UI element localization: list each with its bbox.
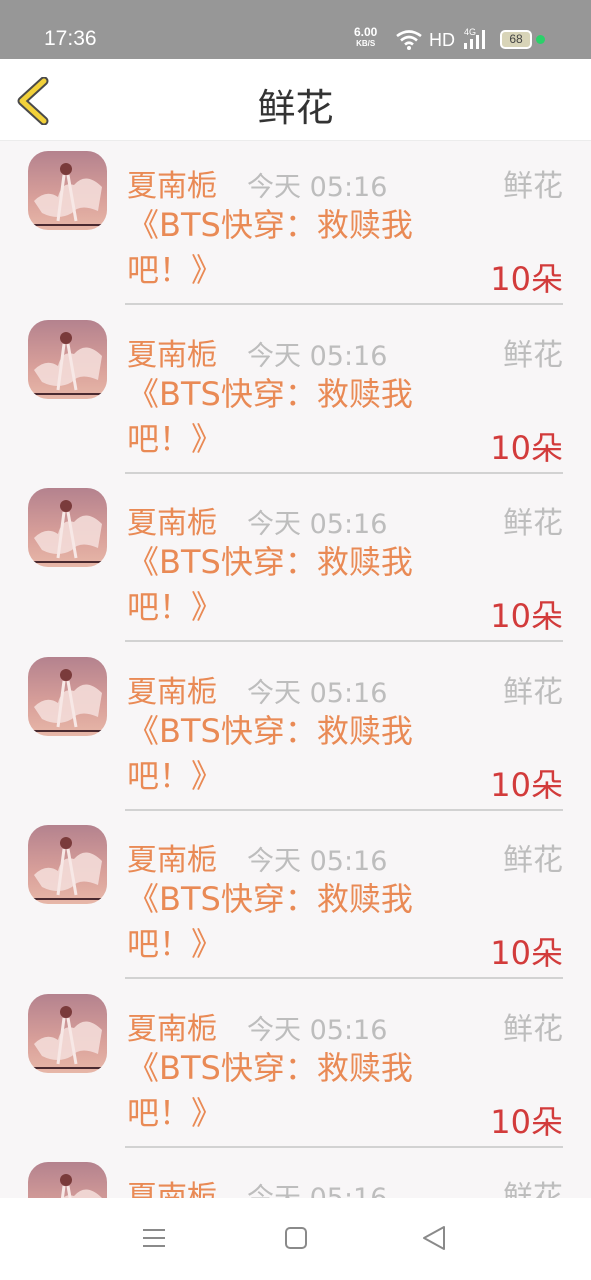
list-item-body: 夏南栀 今天 05:16 鲜花 《BTS快穿：救赎我吧！》 10朵 <box>125 647 563 811</box>
signal-icon <box>464 30 485 49</box>
timestamp: 今天 05:16 <box>247 509 388 540</box>
list-item-body: 夏南栀 今天 05:16 鲜花 《BTS快穿：救赎我吧！》 10朵 <box>125 141 563 305</box>
list-item[interactable]: 夏南栀 今天 05:16 鲜花 《BTS快穿：救赎我吧！》 10朵 <box>0 310 591 479</box>
book-title[interactable]: 《BTS快穿：救赎我吧！》 <box>127 877 457 967</box>
avatar <box>28 151 107 230</box>
battery-level: 68 <box>509 32 523 46</box>
menu-icon[interactable] <box>141 1224 167 1252</box>
gift-type: 鲜花 <box>503 337 563 373</box>
home-icon[interactable] <box>284 1224 308 1252</box>
gift-type: 鲜花 <box>503 1011 563 1047</box>
gift-type: 鲜花 <box>503 169 563 204</box>
navigation-bar <box>0 1198 591 1280</box>
avatar-image <box>28 319 107 399</box>
list-item-body: 夏南栀 今天 05:16 鲜花 《BTS快穿：救赎我吧！》 10朵 <box>125 984 563 1148</box>
gift-type: 鲜花 <box>503 843 563 878</box>
sender-name: 夏南栀 <box>127 169 217 204</box>
gift-quantity: 10朵 <box>490 428 563 467</box>
book-title[interactable]: 《BTS快穿：救赎我吧！》 <box>127 1046 457 1136</box>
avatar-image <box>28 993 107 1073</box>
sender-name: 夏南栀 <box>127 1011 217 1047</box>
book-title[interactable]: 《BTS快穿：救赎我吧！》 <box>127 372 457 462</box>
gift-quantity: 10朵 <box>490 934 563 972</box>
avatar-image <box>28 488 107 567</box>
gift-quantity: 10朵 <box>490 1102 563 1141</box>
hd-label: HD <box>429 30 455 50</box>
list-item[interactable]: 夏南栀 今天 05:16 鲜花 《BTS快穿：救赎我吧！》 10朵 <box>0 815 591 984</box>
back-icon[interactable] <box>421 1224 447 1252</box>
network-speed-unit: KB/S <box>356 39 376 48</box>
timestamp: 今天 05:16 <box>247 846 388 877</box>
sender-name: 夏南栀 <box>127 506 217 541</box>
avatar <box>28 993 107 1073</box>
network-speed-value: 6.00 <box>354 25 378 39</box>
gift-quantity: 10朵 <box>490 260 563 298</box>
book-title[interactable]: 《BTS快穿：救赎我吧！》 <box>127 540 457 630</box>
list-item-body: 夏南栀 今天 05:16 鲜花 《BTS快穿：救赎我吧！》 10朵 <box>125 478 563 642</box>
gift-type: 鲜花 <box>503 506 563 541</box>
list-item[interactable]: 夏南栀 今天 05:16 鲜花 《BTS快穿：救赎我吧！》 10朵 <box>0 647 591 816</box>
avatar <box>28 825 107 904</box>
book-title[interactable]: 《BTS快穿：救赎我吧！》 <box>127 203 457 293</box>
avatar-image <box>28 825 107 904</box>
charging-indicator-icon <box>536 35 545 44</box>
sender-name: 夏南栀 <box>127 843 217 878</box>
status-bar: 17:36 6.00 KB/S HD 4G 68 <box>0 0 591 59</box>
timestamp: 今天 05:16 <box>247 677 388 709</box>
gift-type: 鲜花 <box>503 674 563 710</box>
avatar <box>28 319 107 399</box>
network-speed: 6.00 KB/S <box>354 25 378 49</box>
sender-name: 夏南栀 <box>127 674 217 710</box>
avatar-image <box>28 656 107 736</box>
timestamp: 今天 05:16 <box>247 1176 387 1198</box>
gift-list[interactable]: 夏南栀 今天 05:16 鲜花 《BTS快穿：救赎我吧！》 10朵 夏南栀 今天… <box>0 141 591 1198</box>
timestamp: 今天 05:16 <box>247 1014 388 1046</box>
avatar-image <box>28 1162 107 1198</box>
gift-quantity: 10朵 <box>490 765 563 804</box>
list-item-body: 夏南栀 今天 05:16 鲜花 《BTS快穿：救赎我吧！》 10朵 <box>125 815 563 979</box>
avatar-image <box>28 151 107 230</box>
battery-icon: 68 <box>500 30 532 49</box>
gift-quantity: 10朵 <box>490 597 563 635</box>
timestamp: 今天 05:16 <box>247 340 388 372</box>
sender-name: 夏南栀 <box>127 337 217 373</box>
avatar <box>28 1162 107 1198</box>
list-item[interactable]: 夏南栀 今天 05:16 鲜花 《BTS快穿：救赎我吧！》 10朵 <box>0 984 591 1153</box>
list-item-body: 夏南栀 今天 05:16 鲜花 《BTS快穿：救赎我吧！》 10朵 <box>125 1152 563 1198</box>
status-time: 17:36 <box>44 27 97 50</box>
list-item[interactable]: 夏南栀 今天 05:16 鲜花 《BTS快穿：救赎我吧！》 10朵 <box>0 141 591 310</box>
avatar <box>28 488 107 567</box>
avatar <box>28 656 107 736</box>
page-title: 鲜花 <box>257 86 334 130</box>
gift-type: 鲜花 <box>503 1180 563 1198</box>
list-item[interactable]: 夏南栀 今天 05:16 鲜花 《BTS快穿：救赎我吧！》 10朵 <box>0 478 591 647</box>
timestamp: 今天 05:16 <box>247 172 388 203</box>
list-item-body: 夏南栀 今天 05:16 鲜花 《BTS快穿：救赎我吧！》 10朵 <box>125 310 563 474</box>
wifi-icon <box>396 30 422 50</box>
sender-name: 夏南栀 <box>127 1180 217 1198</box>
list-item[interactable]: 夏南栀 今天 05:16 鲜花 《BTS快穿：救赎我吧！》 10朵 <box>0 1152 591 1198</box>
book-title[interactable]: 《BTS快穿：救赎我吧！》 <box>127 709 457 799</box>
header: 鲜花 <box>0 59 591 141</box>
